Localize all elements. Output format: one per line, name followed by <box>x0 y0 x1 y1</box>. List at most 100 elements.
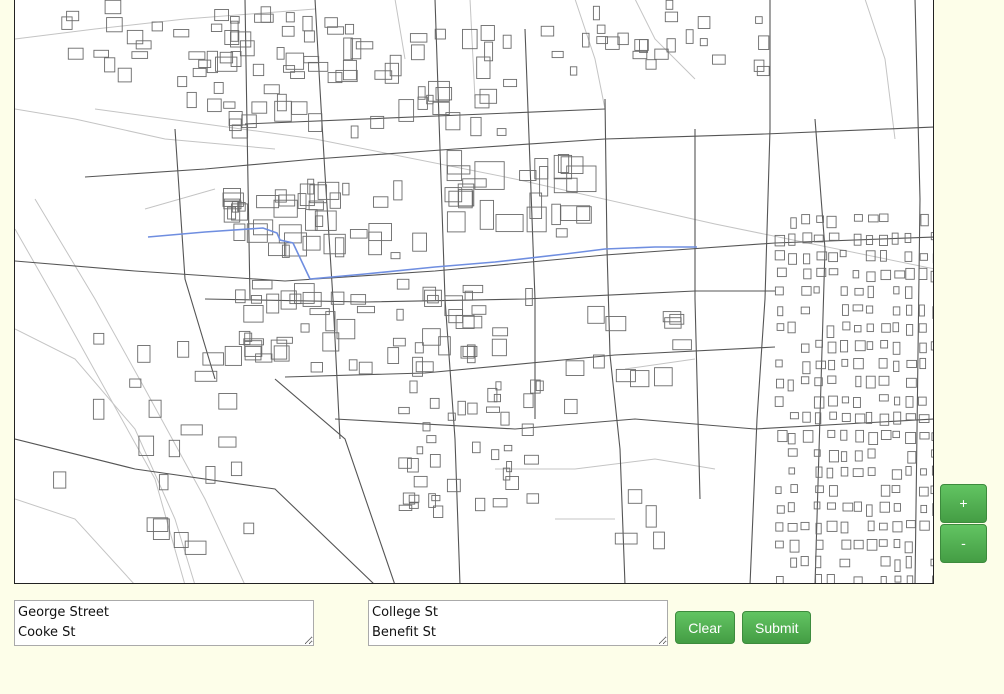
building <box>471 305 487 315</box>
building <box>303 55 320 64</box>
building <box>776 505 785 514</box>
building <box>906 575 914 583</box>
building <box>892 341 901 355</box>
building <box>774 286 784 296</box>
building <box>894 559 901 572</box>
building <box>582 32 590 48</box>
building <box>350 125 359 139</box>
building <box>853 501 862 512</box>
building <box>398 457 412 469</box>
building <box>428 80 450 102</box>
building <box>905 286 913 299</box>
building <box>231 124 249 139</box>
building <box>368 231 382 256</box>
building <box>662 311 682 323</box>
building <box>828 395 838 407</box>
building <box>251 101 268 114</box>
building <box>813 286 820 294</box>
zoom-in-button[interactable]: + <box>940 484 987 523</box>
from-streets-input[interactable]: George Street Cooke St <box>14 600 314 646</box>
building <box>827 341 837 354</box>
building <box>930 232 933 241</box>
building <box>800 556 809 567</box>
building <box>919 520 930 531</box>
building <box>224 30 240 45</box>
building <box>787 448 798 457</box>
building <box>826 467 834 479</box>
building <box>699 38 708 47</box>
building <box>878 394 889 402</box>
building <box>801 286 812 296</box>
clear-button[interactable]: Clear <box>675 611 735 644</box>
building <box>539 166 549 197</box>
building <box>491 338 507 357</box>
building <box>131 51 149 59</box>
building <box>422 328 441 346</box>
building <box>93 332 105 345</box>
building <box>840 286 848 296</box>
submit-button[interactable]: Submit <box>742 611 811 644</box>
building <box>289 293 302 305</box>
building <box>880 269 892 281</box>
building <box>842 304 849 316</box>
building <box>815 339 823 348</box>
minor-road <box>574 0 606 110</box>
building <box>841 396 850 404</box>
major-road <box>244 0 251 300</box>
building <box>753 59 765 72</box>
to-streets-input[interactable]: College St Benefit St <box>368 600 668 646</box>
building <box>892 521 903 533</box>
building <box>905 267 915 280</box>
building <box>104 57 116 73</box>
building <box>878 539 888 547</box>
building <box>630 370 650 388</box>
building <box>867 448 876 459</box>
building <box>904 541 913 554</box>
building <box>854 450 863 462</box>
building <box>307 178 315 195</box>
building <box>564 398 578 415</box>
building <box>758 35 770 50</box>
building <box>314 210 337 231</box>
major-road <box>694 129 701 500</box>
building <box>104 0 122 15</box>
building <box>252 63 265 77</box>
building <box>867 467 876 476</box>
building <box>230 461 243 477</box>
building <box>815 485 824 494</box>
building <box>905 413 917 421</box>
building <box>918 267 928 280</box>
building <box>775 522 784 532</box>
building <box>117 67 132 83</box>
building <box>444 295 463 317</box>
building <box>412 232 427 252</box>
zoom-out-button[interactable]: - <box>940 524 987 563</box>
building <box>414 342 424 354</box>
building <box>587 305 605 324</box>
building <box>842 321 851 331</box>
map-canvas[interactable] <box>15 0 934 584</box>
building <box>865 375 876 389</box>
building <box>854 287 864 296</box>
building <box>775 540 784 549</box>
building <box>398 504 413 511</box>
street-map[interactable] <box>14 0 934 584</box>
building <box>790 217 797 229</box>
building <box>302 291 322 307</box>
building <box>188 51 206 60</box>
building <box>788 467 796 475</box>
building <box>776 378 785 389</box>
building <box>904 251 913 262</box>
building <box>92 398 105 420</box>
building <box>426 435 437 444</box>
building <box>803 268 812 280</box>
building <box>408 494 420 503</box>
building <box>787 379 794 392</box>
building <box>373 196 389 208</box>
building <box>592 5 600 21</box>
building <box>218 393 238 410</box>
building <box>815 555 822 569</box>
building <box>224 345 242 366</box>
building <box>775 486 782 494</box>
minor-road <box>34 198 245 583</box>
